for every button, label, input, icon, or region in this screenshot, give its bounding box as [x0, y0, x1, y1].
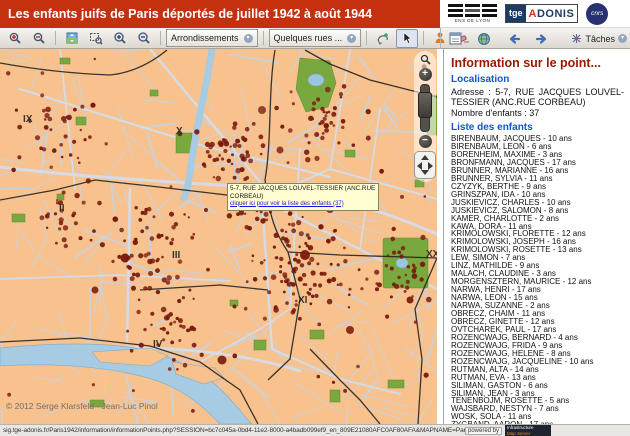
pointer-icon: [400, 31, 414, 45]
addselect-icon: [376, 31, 390, 45]
zoomout-icon: [32, 31, 46, 45]
adonis-label: ADONIS: [526, 8, 578, 20]
tge-label: tge: [506, 5, 526, 22]
map-canvas[interactable]: IXXIIIIIIVXIXX 5-7, RUE JACQUES LOUVEL-T…: [0, 49, 437, 424]
panel-title: Information sur le point...: [451, 56, 630, 70]
map-graphic[interactable]: IXXIIIIIIVXIXX: [0, 49, 437, 424]
tasks-control[interactable]: Tâches ▾: [571, 28, 627, 49]
address-text: Adresse : 5-7, RUE JACQUES LOUVEL-TESSIE…: [451, 87, 624, 108]
powered-by-label: powered by: [465, 427, 502, 435]
map-toolbar: Arrondissements ▾ Quelques rues ... ▾: [0, 28, 630, 49]
globe-icon: [477, 32, 491, 46]
arrondissements-select[interactable]: Arrondissements ▾: [166, 29, 258, 47]
map-copyright: © 2012 Serge Klarsfeld - Jean-Luc Pinol: [6, 401, 158, 411]
ens-logo: ENS DE LYON: [448, 4, 497, 23]
pan-up-icon[interactable]: [421, 155, 429, 160]
rues-select[interactable]: Quelques rues ... ▾: [269, 29, 362, 47]
fixedzoomin-button[interactable]: [109, 29, 131, 48]
fixedzoomout-button[interactable]: [133, 29, 155, 48]
pan-pad[interactable]: [414, 151, 436, 179]
pan-right-icon[interactable]: [428, 162, 433, 170]
localisation-header: Localisation: [451, 74, 630, 85]
tasks-icon: [571, 33, 582, 44]
popup-address: 5-7, RUE JACQUES LOUVEL-TESSIER (ANC.RUE…: [230, 185, 376, 201]
page-title: Les enfants juifs de Paris déportés de j…: [0, 0, 440, 28]
district-label: IV: [153, 339, 163, 350]
pan-left-icon[interactable]: [417, 162, 422, 170]
district-label: IX: [23, 114, 33, 125]
pan-icon: [65, 31, 79, 45]
ens-logo-bars: [448, 4, 497, 17]
chevron-down-icon: ▾: [244, 34, 253, 43]
tasks-label: Tâches: [585, 34, 615, 44]
panel-tools-group: [444, 28, 553, 49]
slider-zoom-icon: [420, 54, 431, 65]
tge-adonis-logo: tge ADONIS: [505, 4, 578, 23]
tasks-chevron-icon: ▾: [618, 34, 627, 43]
pointer-button[interactable]: [396, 29, 418, 48]
forward-button[interactable]: [531, 29, 553, 48]
chevron-down-icon: ▾: [347, 34, 356, 43]
legend-button[interactable]: [444, 29, 466, 48]
pan-down-icon[interactable]: [421, 170, 429, 175]
toolbar-divider: [440, 28, 441, 49]
fixedzoomout-icon: [137, 31, 151, 45]
ens-logo-caption: ENS DE LYON: [455, 18, 490, 23]
forward-arrow-icon: [535, 33, 550, 45]
rues-select-label: Quelques rues ...: [274, 33, 343, 43]
zoomin-icon: [8, 31, 22, 45]
logo-bar: ENS DE LYON tge ADONIS cnrs: [440, 0, 630, 28]
zoomwindow-button[interactable]: [85, 29, 107, 48]
map-tools-group: Arrondissements ▾ Quelques rues ... ▾: [0, 29, 475, 48]
zoomwindow-icon: [89, 31, 103, 45]
children-count-text: Nombre d'enfants : 37: [451, 108, 624, 118]
badge-line2: Map Server: [507, 431, 549, 436]
zoom-slider-track[interactable]: [420, 84, 430, 132]
cnrs-logo: cnrs: [586, 3, 608, 25]
district-label: II: [59, 203, 65, 214]
info-panel: Information sur le point... Localisation…: [443, 49, 630, 424]
district-label: XX: [426, 249, 437, 260]
back-button[interactable]: [502, 29, 524, 48]
zoomin-button[interactable]: [4, 29, 26, 48]
children-list: BIRENBAUM, JACQUES - 10 ansBIRENBAUM, LE…: [451, 135, 630, 424]
zoom-plus-button[interactable]: +: [419, 68, 432, 81]
zoomout-button[interactable]: [28, 29, 50, 48]
map-info-popup: 5-7, RUE JACQUES LOUVEL-TESSIER (ANC.RUE…: [227, 183, 379, 211]
pan-button[interactable]: [61, 29, 83, 48]
application-window: Les enfants juifs de Paris déportés de j…: [0, 0, 630, 436]
district-label: XI: [298, 295, 308, 306]
legend-window-icon: [449, 32, 462, 45]
district-label: X: [176, 126, 183, 137]
zoom-slider-control: + −: [414, 51, 436, 182]
arrondissements-select-label: Arrondissements: [171, 33, 239, 43]
fixedzoomin-icon: [113, 31, 127, 45]
zoom-minus-button[interactable]: −: [419, 135, 432, 148]
children-list-header: Liste des enfants: [451, 122, 630, 133]
status-bar: sig.tge-adonis.fr/Paris1942/information/…: [0, 424, 630, 436]
mapserver-badge: Infrastructure Map Server: [505, 425, 551, 436]
back-arrow-icon: [506, 33, 521, 45]
overview-button[interactable]: [473, 29, 495, 48]
popup-children-link[interactable]: cliquer ici pour voir la liste des enfan…: [230, 201, 376, 209]
addselect-button[interactable]: [372, 29, 394, 48]
zoom-slider-handle[interactable]: [418, 92, 432, 118]
district-label: III: [172, 250, 181, 261]
status-url: sig.tge-adonis.fr/Paris1942/information/…: [0, 427, 465, 434]
